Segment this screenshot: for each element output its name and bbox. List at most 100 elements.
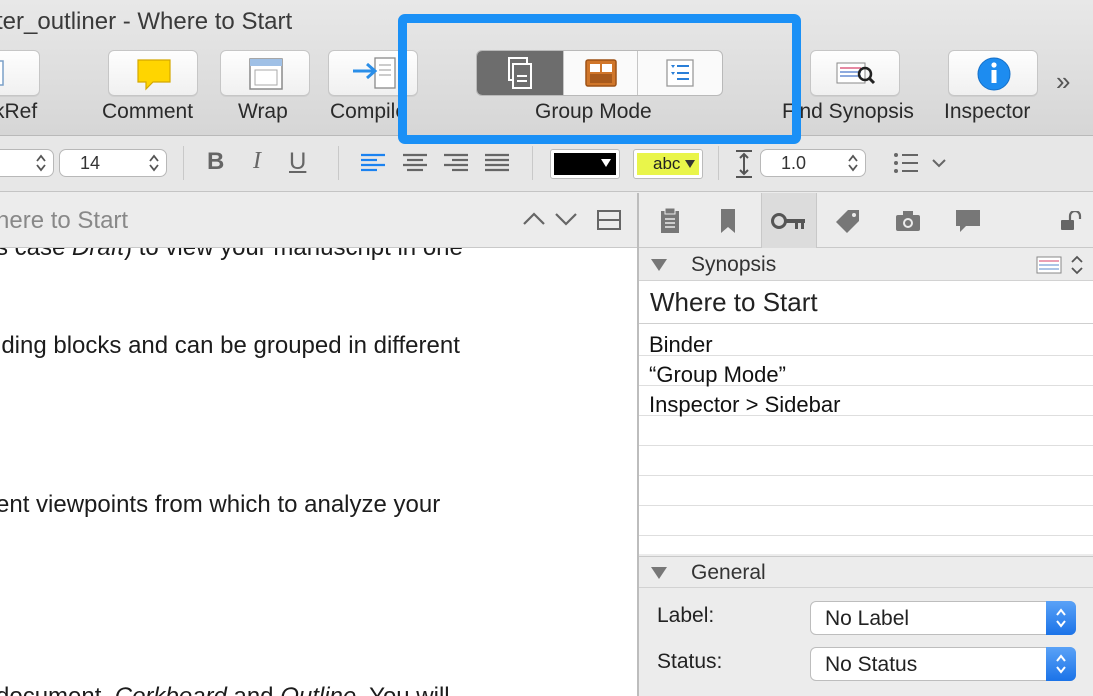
- inspector-tab-bar: [639, 193, 1093, 248]
- font-size-value: 14: [80, 153, 101, 173]
- comment-icon: [137, 59, 171, 91]
- synopsis-line: Binder: [649, 332, 713, 357]
- editor-line: lding blocks and can be grouped in diffe…: [0, 332, 460, 359]
- general-section-header[interactable]: General: [639, 556, 1093, 588]
- synopsis-line: Inspector > Sidebar: [649, 392, 841, 417]
- highlight-sample-text: abc: [653, 154, 681, 173]
- synopsis-text-area[interactable]: Binder “Group Mode” Inspector > Sidebar: [639, 324, 1093, 554]
- corkboard-icon: [584, 59, 617, 87]
- quickref-icon: [0, 60, 4, 86]
- status-popup-value: No Status: [825, 653, 918, 676]
- corkboard-mode-button[interactable]: [564, 51, 638, 95]
- disclosure-triangle-icon[interactable]: [651, 259, 667, 271]
- stepper-icon: [848, 154, 858, 172]
- chevron-down-icon[interactable]: [554, 211, 578, 227]
- divider: [718, 146, 719, 180]
- unlock-icon: [1061, 210, 1082, 230]
- divider: [532, 146, 533, 180]
- status-popup[interactable]: No Status: [810, 647, 1076, 681]
- editor-text-area[interactable]: s case Draft) to view your manuscript in…: [0, 248, 638, 696]
- tag-icon: [836, 209, 859, 233]
- window-title: ter_outliner - Where to Start: [0, 8, 293, 35]
- text-run-italic: Corkboard: [115, 683, 227, 696]
- line-spacing-value: 1.0: [781, 153, 807, 173]
- font-size-select[interactable]: 14: [59, 149, 167, 177]
- inspector-label: Inspector: [944, 100, 1031, 123]
- underline-button[interactable]: U: [289, 148, 306, 176]
- synopsis-card-icon[interactable]: [1036, 255, 1062, 275]
- outline-icon: [666, 59, 694, 87]
- text-run: s case: [0, 248, 72, 261]
- text-color-button[interactable]: [550, 149, 620, 179]
- quickref-label: kRef: [0, 100, 38, 123]
- outline-mode-button[interactable]: [638, 51, 722, 95]
- tab-comments[interactable]: [943, 193, 993, 248]
- dropdown-arrow-icon: [601, 159, 611, 167]
- split-editor-icon[interactable]: [597, 210, 621, 230]
- inspector-button[interactable]: [948, 50, 1038, 96]
- align-right-icon[interactable]: [443, 152, 469, 174]
- disclosure-triangle-icon[interactable]: [651, 567, 667, 579]
- stepper-icon: [149, 154, 159, 172]
- compile-button[interactable]: [328, 50, 418, 96]
- find-synopsis-button[interactable]: [810, 50, 900, 96]
- highlight-color-swatch: abc: [637, 153, 699, 175]
- highlight-color-button[interactable]: abc: [633, 149, 703, 179]
- editor-line: ent viewpoints from which to analyze you…: [0, 491, 441, 518]
- stepper-icon: [36, 154, 46, 172]
- scrivenings-icon: [508, 57, 533, 89]
- synopsis-line: “Group Mode”: [649, 362, 786, 387]
- align-center-icon[interactable]: [402, 152, 428, 174]
- editor-document-title: here to Start: [0, 207, 129, 234]
- notes-icon: [661, 207, 679, 233]
- tab-snapshots[interactable]: [883, 193, 933, 248]
- speech-bubble-icon: [956, 209, 980, 232]
- editor-line: document, Corkboard and Outline. You wil…: [0, 683, 450, 696]
- synopsis-title: Where to Start: [650, 287, 818, 317]
- stepper-icon[interactable]: [1070, 254, 1084, 276]
- text-run-italic: Outline: [280, 683, 356, 696]
- list-style-icon[interactable]: [893, 151, 951, 175]
- synopsis-title-field[interactable]: Where to Start: [639, 281, 1093, 324]
- label-field-label: Label:: [657, 604, 715, 627]
- align-justify-icon[interactable]: [484, 152, 510, 174]
- synopsis-label: Synopsis: [691, 253, 777, 276]
- tab-notes[interactable]: [645, 193, 695, 248]
- line-spacing-icon: [736, 150, 752, 178]
- text-run: document,: [0, 683, 115, 696]
- key-icon: [771, 212, 805, 229]
- line-spacing-select[interactable]: 1.0: [760, 149, 866, 177]
- status-field-label: Status:: [657, 650, 723, 673]
- scrivenings-mode-button[interactable]: [477, 51, 565, 95]
- quickref-button[interactable]: [0, 50, 40, 96]
- font-family-select[interactable]: [0, 149, 54, 177]
- tab-keywords[interactable]: [823, 193, 873, 248]
- tab-bookmarks[interactable]: [703, 193, 753, 248]
- bold-button[interactable]: B: [207, 148, 224, 176]
- wrap-icon: [249, 58, 283, 90]
- toolbar-overflow-icon[interactable]: »: [1056, 66, 1070, 97]
- comment-button[interactable]: [108, 50, 198, 96]
- text-run: ) to view your manuscript in one: [124, 248, 463, 261]
- compile-label: Compile: [330, 100, 408, 123]
- bookmark-icon: [721, 208, 735, 233]
- label-popup[interactable]: No Label: [810, 601, 1076, 635]
- popup-arrows-icon: [1046, 647, 1076, 681]
- editor-header: here to Start: [0, 193, 638, 248]
- group-mode-control: [476, 50, 723, 96]
- synopsis-section-header[interactable]: Synopsis: [639, 249, 1093, 281]
- wrap-label: Wrap: [238, 100, 288, 123]
- camera-icon: [896, 210, 920, 231]
- text-run: . You will: [356, 683, 449, 696]
- wrap-button[interactable]: [220, 50, 310, 96]
- text-run: and: [227, 683, 280, 696]
- editor-line: s case Draft) to view your manuscript in…: [0, 248, 463, 262]
- text-run-italic: Draft: [72, 248, 124, 261]
- italic-button[interactable]: I: [253, 148, 261, 175]
- lock-button[interactable]: [1051, 193, 1091, 248]
- info-icon: [977, 57, 1011, 91]
- align-left-icon[interactable]: [360, 152, 386, 174]
- chevron-up-icon[interactable]: [522, 211, 546, 227]
- label-popup-value: No Label: [825, 607, 910, 630]
- tab-metadata[interactable]: [761, 193, 817, 248]
